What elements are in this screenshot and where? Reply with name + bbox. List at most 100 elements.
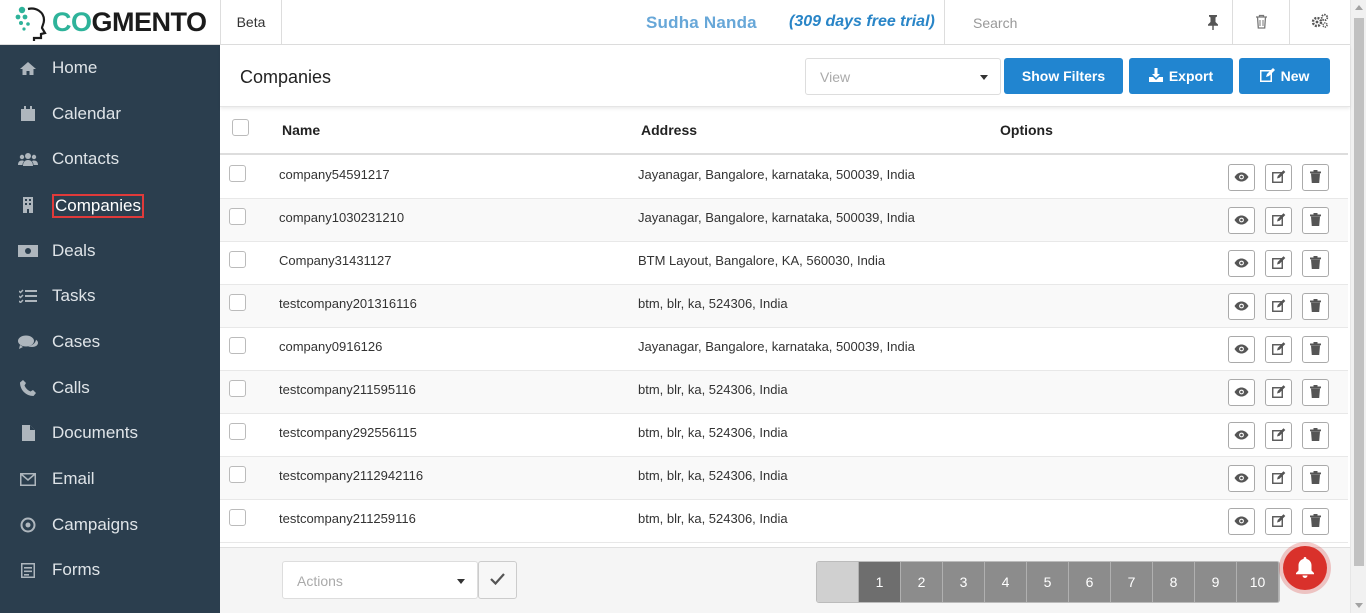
table-row[interactable]: company54591217 Jayanagar, Bangalore, kar… [220, 156, 1348, 199]
page-button[interactable]: 1 [859, 562, 901, 602]
company-address: BTM Layout, Bangalore, KA, 560030, India [638, 253, 886, 268]
company-name[interactable]: testcompany201316116 [279, 296, 417, 311]
sidebar-item-tasks[interactable]: Tasks [0, 276, 220, 316]
row-checkbox[interactable] [229, 466, 246, 483]
apply-actions-button[interactable] [478, 561, 517, 599]
company-name[interactable]: company0916126 [279, 339, 382, 354]
pagination-prev[interactable] [817, 562, 859, 602]
bulk-actions-select[interactable]: Actions [282, 561, 478, 599]
company-name[interactable]: testcompany211259116 [279, 511, 416, 526]
view-select[interactable]: View [805, 58, 1001, 95]
table-row[interactable]: testcompany201316116 btm, blr, ka, 524306… [220, 285, 1348, 328]
trial-status: (309 days free trial) [789, 13, 935, 30]
sidebar-item-campaigns[interactable]: Campaigns [0, 505, 220, 545]
edit-button[interactable] [1265, 164, 1292, 191]
user-name[interactable]: Sudha Nanda [646, 13, 757, 33]
sidebar-item-home[interactable]: Home [0, 48, 220, 88]
row-checkbox[interactable] [229, 380, 246, 397]
row-checkbox[interactable] [229, 208, 246, 225]
view-button[interactable] [1228, 508, 1255, 535]
delete-button[interactable] [1302, 508, 1329, 535]
select-all-checkbox[interactable] [232, 119, 249, 136]
delete-button[interactable] [1302, 250, 1329, 277]
company-name[interactable]: company54591217 [279, 167, 390, 182]
page-button[interactable]: 8 [1153, 562, 1195, 602]
sidebar-item-contacts[interactable]: Contacts [0, 139, 220, 179]
new-button[interactable]: New [1239, 58, 1330, 94]
view-button[interactable] [1228, 293, 1255, 320]
scrollbar-thumb[interactable] [1354, 18, 1364, 566]
edit-button[interactable] [1265, 250, 1292, 277]
scroll-down-icon[interactable] [1355, 603, 1363, 608]
page-button[interactable]: 5 [1027, 562, 1069, 602]
sidebar-item-companies[interactable]: Companies [0, 185, 220, 225]
company-name[interactable]: testcompany2112942116 [279, 468, 423, 483]
edit-button[interactable] [1265, 465, 1292, 492]
edit-button[interactable] [1265, 508, 1292, 535]
company-name[interactable]: testcompany211595116 [279, 382, 416, 397]
delete-button[interactable] [1302, 465, 1329, 492]
page-button[interactable]: 4 [985, 562, 1027, 602]
sidebar-item-calls[interactable]: Calls [0, 368, 220, 408]
sidebar-item-documents[interactable]: Documents [0, 413, 220, 453]
edit-button[interactable] [1265, 336, 1292, 363]
edit-button[interactable] [1265, 422, 1292, 449]
sidebar-item-calendar[interactable]: Calendar [0, 94, 220, 134]
view-button[interactable] [1228, 379, 1255, 406]
sidebar-item-deals[interactable]: Deals [0, 231, 220, 271]
column-header-address[interactable]: Address [641, 122, 697, 138]
delete-button[interactable] [1302, 293, 1329, 320]
table-row[interactable]: testcompany292556115 btm, blr, ka, 524306… [220, 414, 1348, 457]
page-button[interactable]: 2 [901, 562, 943, 602]
sidebar-item-forms[interactable]: Forms [0, 550, 220, 590]
page-button[interactable]: 6 [1069, 562, 1111, 602]
delete-button[interactable] [1302, 336, 1329, 363]
table-row[interactable]: testcompany2112942116 btm, blr, ka, 52430… [220, 457, 1348, 500]
show-filters-button[interactable]: Show Filters [1004, 58, 1123, 94]
pin-icon[interactable] [1206, 14, 1220, 33]
page-button[interactable]: 10 [1237, 562, 1279, 602]
delete-button[interactable] [1302, 164, 1329, 191]
page-button[interactable]: 7 [1111, 562, 1153, 602]
delete-button[interactable] [1302, 422, 1329, 449]
company-name[interactable]: testcompany292556115 [279, 425, 417, 440]
view-button[interactable] [1228, 164, 1255, 191]
row-checkbox[interactable] [229, 165, 246, 182]
logo[interactable]: COGMENTO [0, 0, 221, 45]
export-button[interactable]: Export [1129, 58, 1233, 94]
edit-button[interactable] [1265, 207, 1292, 234]
table-row[interactable]: Company31431127 BTM Layout, Bangalore, KA… [220, 242, 1348, 285]
page-button[interactable]: 9 [1195, 562, 1237, 602]
trash-button[interactable] [1233, 0, 1290, 45]
sidebar-item-email[interactable]: Email [0, 459, 220, 499]
table-row[interactable]: testcompany211259116 btm, blr, ka, 524306… [220, 500, 1348, 543]
sidebar-item-cases[interactable]: Cases [0, 322, 220, 362]
view-button[interactable] [1228, 250, 1255, 277]
page-scrollbar[interactable] [1350, 0, 1366, 613]
table-row[interactable]: company0916126 Jayanagar, Bangalore, karn… [220, 328, 1348, 371]
view-button[interactable] [1228, 207, 1255, 234]
edit-button[interactable] [1265, 293, 1292, 320]
search-input[interactable] [945, 2, 1185, 43]
view-button[interactable] [1228, 336, 1255, 363]
scroll-up-icon[interactable] [1355, 5, 1363, 10]
settings-button[interactable] [1290, 0, 1350, 45]
company-name[interactable]: company1030231210 [279, 210, 404, 225]
view-button[interactable] [1228, 465, 1255, 492]
table-row[interactable]: company1030231210 Jayanagar, Bangalore, k… [220, 199, 1348, 242]
delete-button[interactable] [1302, 207, 1329, 234]
row-checkbox[interactable] [229, 337, 246, 354]
view-button[interactable] [1228, 422, 1255, 449]
row-checkbox[interactable] [229, 294, 246, 311]
page-button[interactable]: 3 [943, 562, 985, 602]
notification-button[interactable] [1283, 546, 1327, 590]
row-checkbox[interactable] [229, 251, 246, 268]
row-checkbox[interactable] [229, 509, 246, 526]
table-row[interactable]: testcompany211595116 btm, blr, ka, 524306… [220, 371, 1348, 414]
column-header-name[interactable]: Name [282, 122, 320, 138]
envelope-icon [18, 471, 38, 487]
company-name[interactable]: Company31431127 [279, 253, 392, 268]
edit-button[interactable] [1265, 379, 1292, 406]
delete-button[interactable] [1302, 379, 1329, 406]
row-checkbox[interactable] [229, 423, 246, 440]
